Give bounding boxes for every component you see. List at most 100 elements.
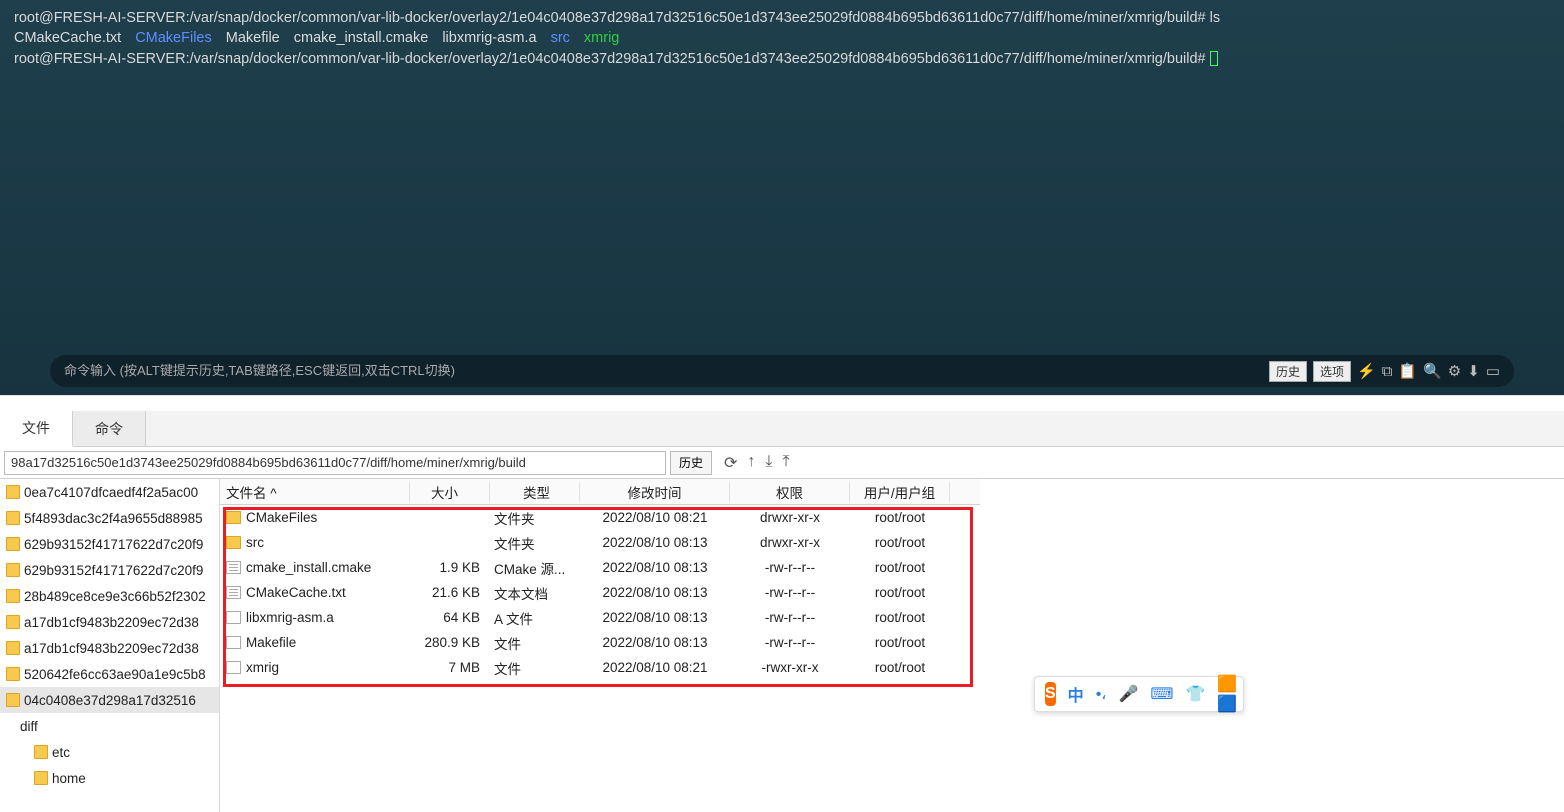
folder-icon	[6, 667, 20, 681]
tree-label: etc	[52, 745, 70, 760]
tree-node[interactable]: etc	[0, 739, 219, 765]
ls-output: CMakeCache.txtCMakeFilesMakefilecmake_in…	[14, 28, 1550, 48]
folder-tree[interactable]: 0ea7c4107dfcaedf4f2a5ac00 5f4893dac3c2f4a…	[0, 479, 220, 812]
tree-node[interactable]: 629b93152f41717622d7c20f9	[0, 557, 219, 583]
tree-node[interactable]: 0ea7c4107dfcaedf4f2a5ac00	[0, 479, 219, 505]
tabs: 文件 命令	[0, 411, 1564, 447]
file-icon	[226, 636, 241, 649]
tree-node[interactable]: diff	[0, 713, 219, 739]
path-input[interactable]	[4, 451, 666, 475]
gear-icon[interactable]: ⚙	[1448, 361, 1461, 382]
folder-icon	[34, 771, 48, 785]
header-type[interactable]: 类型	[490, 482, 580, 502]
tree-label: a17db1cf9483b2209ec72d38	[24, 615, 199, 630]
tree-label: home	[52, 771, 86, 786]
file-type: A 文件	[490, 608, 580, 628]
tree-label: 629b93152f41717622d7c20f9	[24, 537, 203, 552]
folder-icon	[6, 563, 20, 577]
file-user: root/root	[850, 610, 950, 625]
file-name: Makefile	[246, 635, 296, 650]
tree-label: 04c0408e37d298a17d32516	[24, 693, 196, 708]
terminal-command: ls	[1210, 10, 1220, 26]
tree-node[interactable]: 28b489ce8ce9e3c66b52f2302	[0, 583, 219, 609]
file-size: 7 MB	[410, 660, 490, 675]
file-size: 21.6 KB	[410, 585, 490, 600]
path-history-button[interactable]: 历史	[670, 451, 712, 475]
ls-item: cmake_install.cmake	[294, 28, 429, 48]
download-icon-2[interactable]: ⤓	[765, 453, 772, 473]
ime-punct-icon[interactable]: •،	[1096, 684, 1107, 704]
tree-node[interactable]: 5f4893dac3c2f4a9655d88985	[0, 505, 219, 531]
ime-logo-icon[interactable]: S	[1045, 682, 1056, 706]
command-toolbar: 历史 选项 ⚡ ⧉ 📋 🔍 ⚙ ⬇ ▭	[1269, 361, 1500, 382]
tab-file[interactable]: 文件	[0, 411, 73, 447]
maximize-icon[interactable]: ▭	[1486, 361, 1500, 382]
ls-item: libxmrig-asm.a	[442, 28, 536, 48]
file-user: root/root	[850, 585, 950, 600]
tree-label: a17db1cf9483b2209ec72d38	[24, 641, 199, 656]
table-row[interactable]: libxmrig-asm.a64 KBA 文件2022/08/10 08:13-…	[220, 605, 980, 630]
options-button[interactable]: 选项	[1313, 361, 1351, 382]
ime-voice-icon[interactable]: 🎤	[1118, 684, 1138, 704]
tree-label: 629b93152f41717622d7c20f9	[24, 563, 203, 578]
file-name: libxmrig-asm.a	[246, 610, 334, 625]
command-input-bar[interactable]: 命令输入 (按ALT键提示历史,TAB键路径,ESC键返回,双击CTRL切换) …	[50, 355, 1514, 387]
folder-icon	[34, 745, 48, 759]
up-icon[interactable]: ↑	[747, 453, 755, 473]
tree-node[interactable]: home	[0, 765, 219, 791]
file-name: CMakeFiles	[246, 510, 317, 525]
refresh-icon[interactable]: ⟳	[724, 453, 737, 473]
paste-icon[interactable]: 📋	[1398, 361, 1417, 382]
tree-label: 28b489ce8ce9e3c66b52f2302	[24, 589, 206, 604]
file-icon	[226, 586, 241, 599]
header-name[interactable]: 文件名 ^	[220, 482, 410, 502]
file-name: src	[246, 535, 264, 550]
file-user: root/root	[850, 560, 950, 575]
terminal[interactable]: root@FRESH-AI-SERVER:/var/snap/docker/co…	[0, 0, 1564, 395]
tree-node[interactable]: a17db1cf9483b2209ec72d38	[0, 609, 219, 635]
tab-command[interactable]: 命令	[73, 411, 146, 446]
tree-node[interactable]: 04c0408e37d298a17d32516	[0, 687, 219, 713]
file-perm: -rw-r--r--	[730, 585, 850, 600]
header-size[interactable]: 大小	[410, 482, 490, 502]
table-row[interactable]: src文件夹2022/08/10 08:13drwxr-xr-xroot/roo…	[220, 530, 980, 555]
copy-icon[interactable]: ⧉	[1382, 361, 1393, 382]
ls-item: CMakeCache.txt	[14, 28, 121, 48]
search-icon[interactable]: 🔍	[1423, 361, 1442, 382]
tree-label: 0ea7c4107dfcaedf4f2a5ac00	[24, 485, 198, 500]
history-button[interactable]: 历史	[1269, 361, 1307, 382]
file-user: root/root	[850, 510, 950, 525]
file-type: 文本文档	[490, 583, 580, 603]
file-user: root/root	[850, 660, 950, 675]
table-row[interactable]: xmrig7 MB文件2022/08/10 08:21-rwxr-xr-xroo…	[220, 655, 980, 680]
ls-item: Makefile	[226, 28, 280, 48]
ime-menu-icon[interactable]: 🟧🟦	[1217, 674, 1237, 714]
header-user[interactable]: 用户/用户组	[850, 482, 950, 502]
tree-node[interactable]: a17db1cf9483b2209ec72d38	[0, 635, 219, 661]
bolt-icon[interactable]: ⚡	[1357, 361, 1376, 382]
ime-toolbar[interactable]: S 中 •، 🎤 ⌨ 👕 🟧🟦	[1034, 676, 1244, 712]
file-user: root/root	[850, 635, 950, 650]
ime-lang[interactable]: 中	[1068, 682, 1084, 706]
file-time: 2022/08/10 08:13	[580, 535, 730, 550]
table-row[interactable]: Makefile280.9 KB文件2022/08/10 08:13-rw-r-…	[220, 630, 980, 655]
tree-node[interactable]: 629b93152f41717622d7c20f9	[0, 531, 219, 557]
table-row[interactable]: cmake_install.cmake1.9 KBCMake 源...2022/…	[220, 555, 980, 580]
file-time: 2022/08/10 08:21	[580, 660, 730, 675]
ime-skin-icon[interactable]: 👕	[1185, 684, 1205, 704]
upload-icon[interactable]: ⤒	[783, 453, 790, 473]
file-user: root/root	[850, 535, 950, 550]
table-row[interactable]: CMakeCache.txt21.6 KB文本文档2022/08/10 08:1…	[220, 580, 980, 605]
ime-keyboard-icon[interactable]: ⌨	[1150, 684, 1173, 704]
table-row[interactable]: CMakeFiles文件夹2022/08/10 08:21drwxr-xr-xr…	[220, 505, 980, 530]
download-icon[interactable]: ⬇	[1467, 361, 1480, 382]
tree-node[interactable]: 520642fe6cc63ae90a1e9c5b8	[0, 661, 219, 687]
file-perm: drwxr-xr-x	[730, 510, 850, 525]
file-list-panel: 文件名 ^ 大小 类型 修改时间 权限 用户/用户组 CMakeFiles文件夹…	[220, 479, 1564, 812]
file-perm: drwxr-xr-x	[730, 535, 850, 550]
ls-item: src	[551, 28, 570, 48]
folder-icon	[6, 615, 20, 629]
header-time[interactable]: 修改时间	[580, 482, 730, 502]
header-perm[interactable]: 权限	[730, 482, 850, 502]
splitter[interactable]	[0, 395, 1564, 411]
